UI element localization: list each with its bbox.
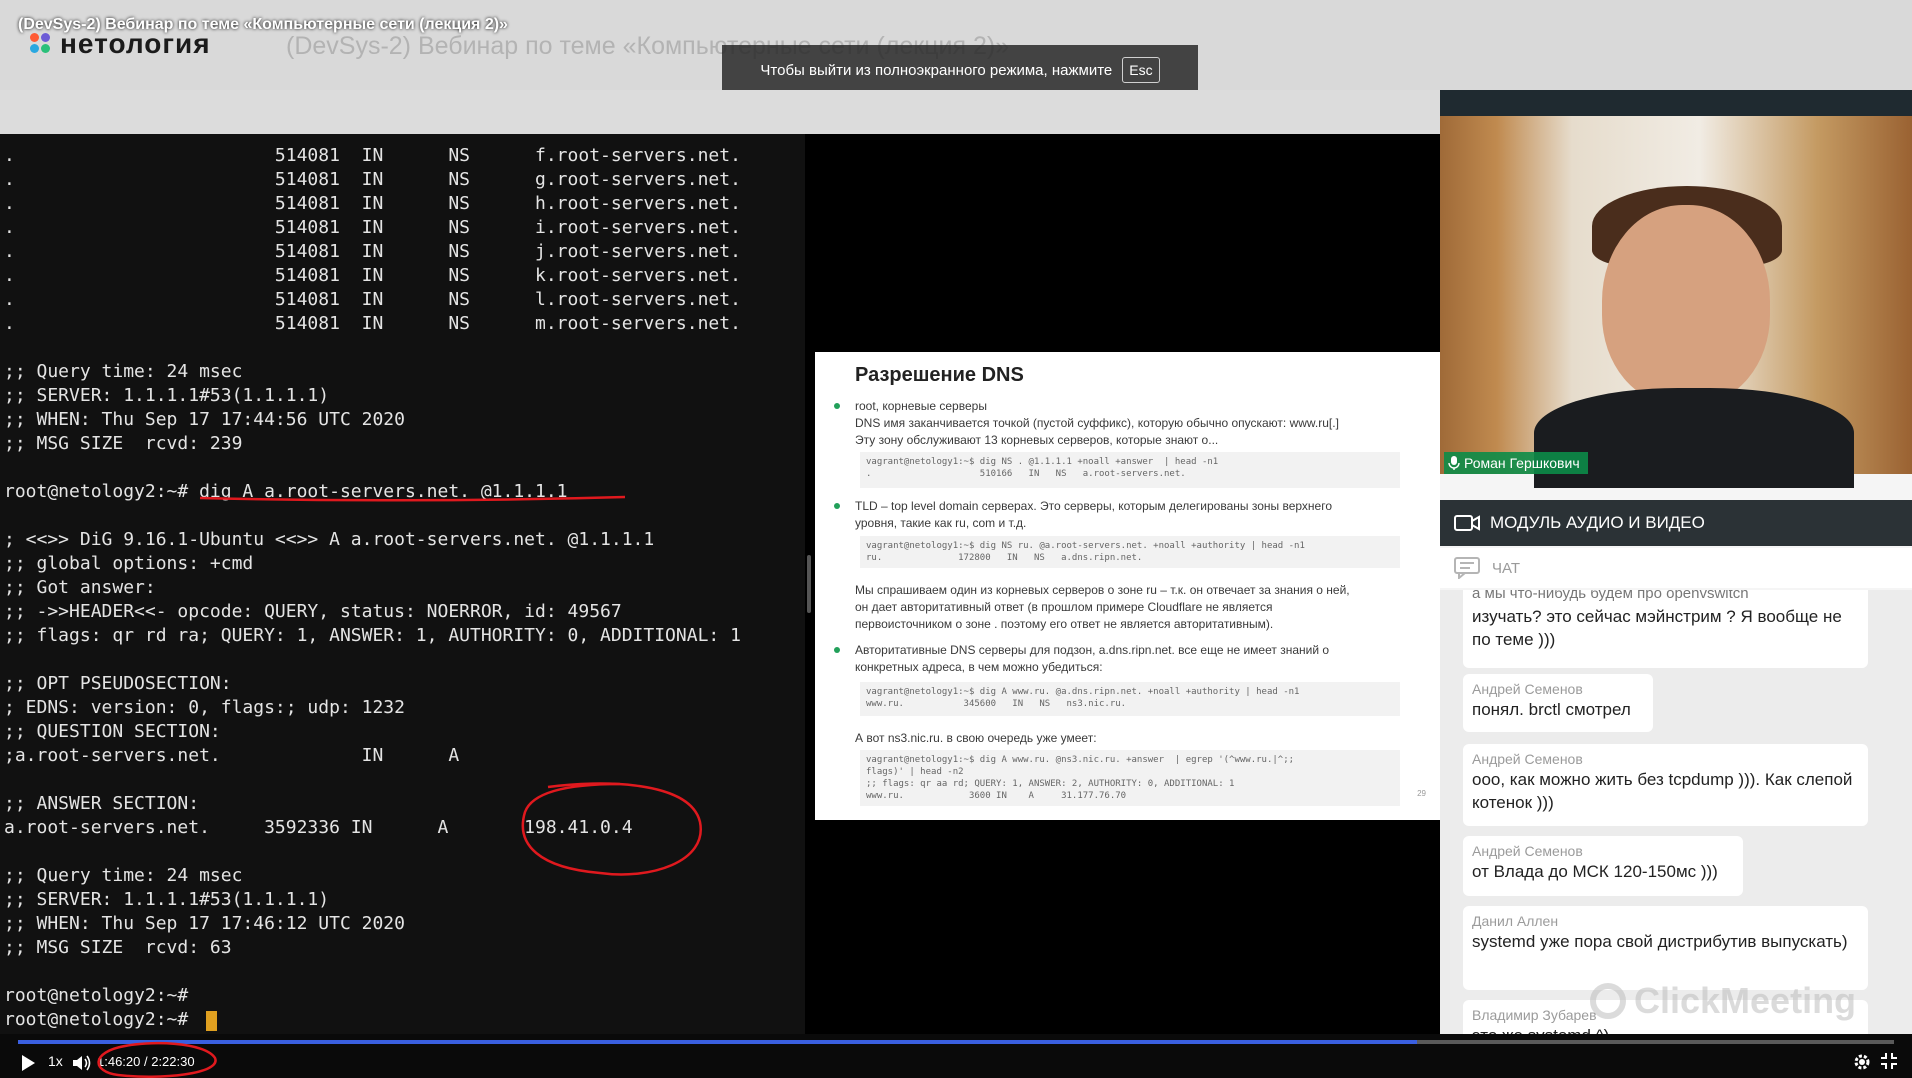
terminal-line: ;; Query time: 24 msec — [4, 865, 243, 886]
chat-message-text: понял. brctl смотрел — [1472, 700, 1631, 719]
terminal-line: root@netology2:~# — [4, 1009, 200, 1030]
chat-message: Данил Аллен systemd уже пора свой дистри… — [1463, 906, 1868, 990]
slide-text: DNS имя заканчивается точкой (пустой суф… — [855, 416, 1339, 430]
terminal-line: . 514081 IN NS h.root-servers.net. — [4, 193, 741, 214]
terminal-cursor — [206, 1011, 217, 1031]
microphone-icon — [1448, 456, 1460, 470]
slide-text: первоисточником о зоне . поэтому его отв… — [855, 617, 1274, 631]
chat-message-text: это же systemd ^) — [1472, 1024, 1859, 1034]
slide-text: Мы спрашиваем один из корневых серверов … — [855, 583, 1350, 597]
fullscreen-toast-text: Чтобы выйти из полноэкранного режима, на… — [760, 61, 1113, 79]
terminal-line: a.root-servers.net. 3592336 IN A 198.41.… — [4, 817, 633, 838]
chat-message-author: Андрей Семенов — [1472, 681, 1583, 697]
chat-message-text-clipped: а мы что-нибудь будем про openvswitch — [1472, 590, 1749, 602]
exit-fullscreen-icon[interactable] — [1880, 1052, 1898, 1070]
terminal-line: ;; Got answer: — [4, 577, 156, 598]
esc-key-hint: Esc — [1122, 57, 1160, 83]
terminal-line: ;; SERVER: 1.1.1.1#53(1.1.1.1) — [4, 889, 330, 910]
netology-logo-icon — [30, 33, 52, 55]
terminal-line: ;; WHEN: Thu Sep 17 17:46:12 UTC 2020 — [4, 913, 405, 934]
slide-bullet-authoritative: Авторитативные DNS серверы для подзон, a… — [833, 643, 1330, 657]
seek-bar-progress — [18, 1040, 1418, 1044]
terminal-window: . 514081 IN NS f.root-servers.net. . 5140… — [0, 134, 805, 1034]
clickmeeting-text: ClickMeeting — [1634, 980, 1857, 1021]
audio-video-module-header[interactable]: МОДУЛЬ АУДИО И ВИДЕО — [1440, 500, 1912, 546]
clickmeeting-logo-icon — [1590, 983, 1626, 1019]
chat-label: ЧАТ — [1492, 559, 1520, 577]
terminal-line: ;; SERVER: 1.1.1.1#53(1.1.1.1) — [4, 385, 330, 406]
slide-bullet-root: root, корневые серверы — [834, 399, 987, 413]
slide-page-number: 29 — [1417, 789, 1426, 798]
slide-text: Эту зону обслуживают 13 корневых серверо… — [855, 433, 1219, 447]
terminal-line: . 514081 IN NS j.root-servers.net. — [4, 241, 741, 262]
slide-text: конкретных адреса, в чем можно убедиться… — [855, 660, 1103, 674]
terminal-line: ;; MSG SIZE rcvd: 239 — [4, 433, 243, 454]
slide-code-block: vagrant@netology1:~$ dig NS . @1.1.1.1 +… — [860, 452, 1400, 488]
terminal-line: . 514081 IN NS f.root-servers.net. — [4, 145, 741, 166]
chat-icon — [1454, 557, 1480, 579]
terminal-line: ;; OPT PSEUDOSECTION: — [4, 673, 232, 694]
chat-message-author: Андрей Семенов — [1472, 843, 1583, 859]
terminal-line: ;; flags: qr rd ra; QUERY: 1, ANSWER: 1,… — [4, 625, 741, 646]
chat-message-text: изучать? это сейчас мэйнстрим ? Я вообще… — [1472, 607, 1842, 649]
slide-code-block: vagrant@netology1:~$ dig A www.ru. @a.dn… — [860, 682, 1400, 716]
clickmeeting-watermark: ClickMeeting — [1588, 980, 1856, 1022]
webcam-top-strip — [1440, 90, 1912, 116]
video-camera-icon — [1454, 515, 1480, 531]
terminal-scrollbar[interactable] — [807, 555, 811, 613]
terminal-line: root@netology2:~# — [4, 985, 189, 1006]
chat-message: Андрей Семенов понял. brctl смотрел — [1463, 674, 1653, 732]
slide-bullet-tld: TLD – top level domain серверах. Это сер… — [834, 499, 1332, 513]
terminal-line: root@netology2:~# dig A a.root-servers.n… — [4, 481, 568, 502]
volume-icon[interactable] — [72, 1054, 92, 1072]
terminal-line: ;a.root-servers.net. IN A — [4, 745, 460, 766]
terminal-line: ;; global options: +cmd — [4, 553, 254, 574]
slide-code-block: vagrant@netology1:~$ dig NS ru. @a.root-… — [860, 536, 1400, 568]
chat-message-text: systemd уже пора свой дистрибутив выпуск… — [1472, 932, 1848, 951]
terminal-line: . 514081 IN NS l.root-servers.net. — [4, 289, 741, 310]
play-button[interactable] — [22, 1055, 35, 1071]
playback-time: 1:46:20 / 2:22:30 — [97, 1054, 195, 1069]
speaker-name-label: Роман Гершкович — [1444, 452, 1588, 474]
video-title: (DevSys-2) Вебинар по теме «Компьютерные… — [18, 16, 508, 33]
fullscreen-exit-toast: Чтобы выйти из полноэкранного режима, на… — [722, 45, 1198, 95]
chat-message-author: Андрей Семенов — [1472, 751, 1583, 767]
terminal-line: ;; QUESTION SECTION: — [4, 721, 221, 742]
terminal-line: . 514081 IN NS m.root-servers.net. — [4, 313, 741, 334]
terminal-line: ;; ANSWER SECTION: — [4, 793, 200, 814]
settings-gear-icon[interactable] — [1852, 1052, 1872, 1072]
chat-message-text: от Влада до МСК 120-150мс ))) — [1472, 862, 1718, 881]
chat-message-text: ооо, как можно жить без tcpdump ))). Как… — [1472, 770, 1853, 812]
slide-text: А вот ns3.nic.ru. в свою очередь уже уме… — [855, 731, 1097, 745]
terminal-line: ; EDNS: version: 0, flags:; udp: 1232 — [4, 697, 405, 718]
terminal-line: ; <<>> DiG 9.16.1-Ubuntu <<>> A a.root-s… — [4, 529, 655, 550]
chat-message: Андрей Семенов от Влада до МСК 120-150мс… — [1463, 836, 1743, 896]
terminal-line: . 514081 IN NS k.root-servers.net. — [4, 265, 741, 286]
slide-text: уровня, такие как ru, com и т.д. — [855, 516, 1027, 530]
slide-code-block: vagrant@netology1:~$ dig A www.ru. @ns3.… — [860, 750, 1400, 806]
speaker-name: Роман Гершкович — [1464, 455, 1580, 471]
terminal-line: ;; WHEN: Thu Sep 17 17:44:56 UTC 2020 — [4, 409, 405, 430]
terminal-line: . 514081 IN NS i.root-servers.net. — [4, 217, 741, 238]
chat-message: а мы что-нибудь будем про openvswitch из… — [1463, 590, 1868, 668]
terminal-line: ;; Query time: 24 msec — [4, 361, 243, 382]
terminal-line: ;; ->>HEADER<<- opcode: QUERY, status: N… — [4, 601, 622, 622]
slide-text: он дает авторитативный ответ (в прошлом … — [855, 600, 1273, 614]
speaker-face — [1602, 205, 1770, 405]
playback-speed-button[interactable]: 1x — [48, 1053, 63, 1069]
slide-title: Разрешение DNS — [855, 364, 1024, 386]
terminal-line: . 514081 IN NS g.root-servers.net. — [4, 169, 741, 190]
presentation-slide: Разрешение DNS root, корневые серверы DN… — [815, 352, 1440, 820]
audio-video-module-label: МОДУЛЬ АУДИО И ВИДЕО — [1490, 513, 1705, 532]
chat-header[interactable]: ЧАТ — [1440, 548, 1912, 588]
chat-message-author: Данил Аллен — [1472, 913, 1559, 929]
terminal-line: ;; MSG SIZE rcvd: 63 — [4, 937, 232, 958]
chat-message: Андрей Семенов ооо, как можно жить без t… — [1463, 744, 1868, 826]
stage-top-strip — [0, 90, 1440, 134]
